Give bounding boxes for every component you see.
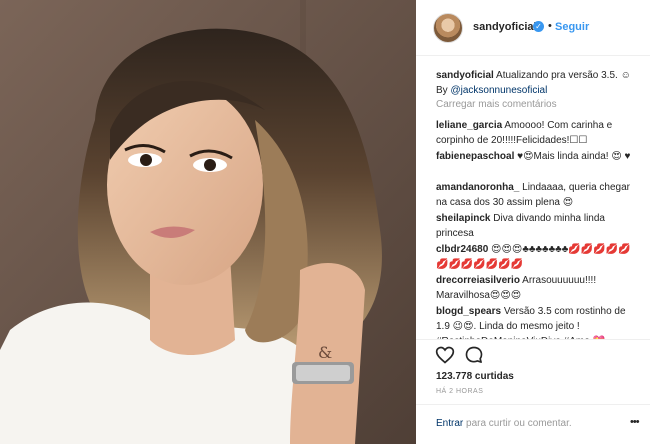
likes-count[interactable]: 123.778 curtidas: [436, 371, 514, 382]
instagram-post: & sandyoficial ✓ • Seguir sandyoficial A…: [0, 0, 650, 444]
list-item: sheilapinck Diva divando minha linda pri…: [436, 211, 634, 241]
list-item: leliane_garcia Amoooo! Com carinha e cor…: [436, 118, 634, 148]
login-link[interactable]: Entrar: [436, 418, 463, 429]
list-item: amandanoronha_ Lindaaaa, queria chegar n…: [436, 180, 634, 210]
comment-text: ♥😍Mais linda ainda! 😍 ♥: [517, 151, 631, 162]
comment-username[interactable]: drecorreiasilverio: [436, 275, 520, 286]
avatar[interactable]: [433, 13, 463, 43]
caption-text: Atualizando pra versão 3.5. ☺: [496, 70, 631, 81]
comment-username[interactable]: clbdr24680: [436, 244, 488, 255]
header-username[interactable]: sandyoficial: [473, 21, 537, 33]
load-more-comments-link[interactable]: Carregar mais comentários: [436, 99, 557, 110]
separator-dot: •: [548, 20, 552, 32]
list-item: blogd_spears Versão 3.5 com rostinho de …: [436, 304, 634, 339]
caption-username[interactable]: sandyoficial: [436, 70, 494, 81]
comment-username[interactable]: leliane_garcia: [436, 120, 502, 131]
svg-text:&: &: [318, 343, 332, 362]
post-sidebar: sandyoficial ✓ • Seguir sandyoficial Atu…: [416, 0, 650, 444]
comment-username[interactable]: blogd_spears: [436, 306, 501, 317]
post-photo[interactable]: &: [0, 0, 416, 444]
caption-mention-link[interactable]: @jacksonnunesoficial: [450, 85, 547, 96]
comment-username[interactable]: amandanoronha_: [436, 182, 519, 193]
caption-mention-prefix: By: [436, 85, 448, 96]
heart-icon[interactable]: [435, 345, 455, 365]
follow-button[interactable]: Seguir: [555, 21, 589, 33]
login-prompt-text: para curtir ou comentar.: [466, 418, 572, 429]
verified-badge-icon: ✓: [533, 21, 544, 32]
post-timestamp: HÁ 2 HORAS: [436, 388, 484, 395]
list-item: fabienepaschoal ♥😍Mais linda ainda! 😍 ♥: [436, 149, 634, 164]
comments-list[interactable]: sandyoficial Atualizando pra versão 3.5.…: [416, 56, 650, 339]
list-item: drecorreiasilverio Arrasouuuuuu!!!! Mara…: [436, 273, 634, 303]
caption: sandyoficial Atualizando pra versão 3.5.…: [436, 68, 634, 98]
comment-username[interactable]: fabienepaschoal: [436, 151, 514, 162]
comment-icon[interactable]: [464, 345, 484, 365]
more-options-icon[interactable]: •••: [630, 416, 640, 428]
list-item: clbdr24680 😍😍😍♣♣♣♣♣♣♣💋💋💋💋💋💋💋💋💋💋💋💋: [436, 242, 634, 272]
login-prompt: Entrar para curtir ou comentar.: [436, 418, 572, 429]
comment-username[interactable]: sheilapinck: [436, 213, 490, 224]
